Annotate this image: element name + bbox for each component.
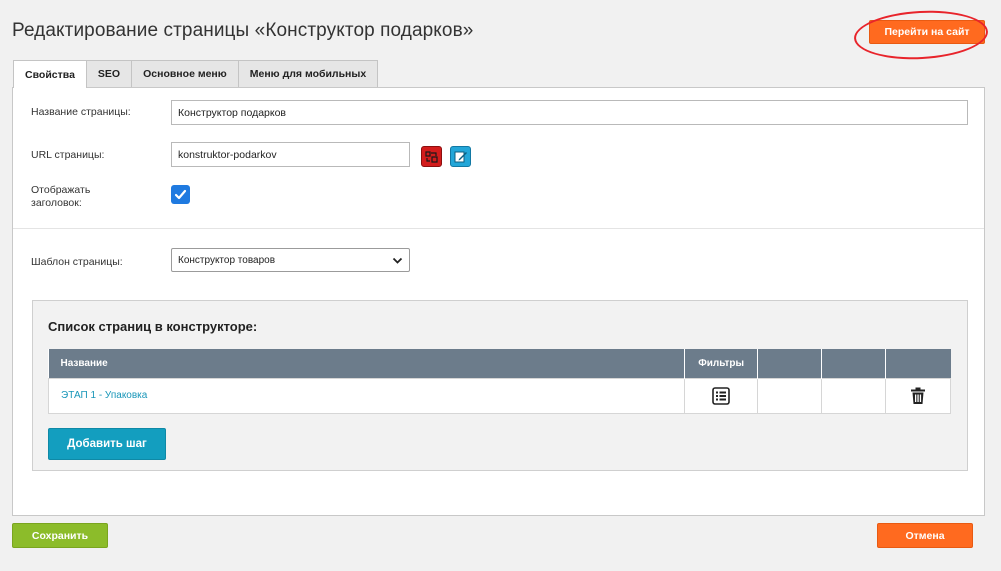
column-header-empty-2 [821, 349, 886, 378]
column-header-name: Название [48, 349, 686, 378]
show-title-label-line2: заголовок: [31, 197, 82, 209]
trash-icon[interactable] [910, 387, 926, 405]
checkmark-icon [174, 189, 187, 200]
column-header-filters: Фильтры [684, 349, 759, 378]
table-header-row: Название Фильтры [48, 349, 951, 378]
delete-cell [885, 377, 951, 414]
constructor-pages-table: Название Фильтры ЭТАП 1 - Упаковка [47, 349, 951, 414]
chevron-down-icon [392, 257, 403, 264]
translit-icon[interactable] [421, 146, 442, 167]
tab-main-menu[interactable]: Основное меню [131, 60, 239, 87]
row-name-link[interactable]: ЭТАП 1 - Упаковка [61, 390, 147, 401]
tab-bar: Свойства SEO Основное меню Меню для моби… [13, 60, 379, 88]
template-select-value: Конструктор товаров [178, 254, 276, 266]
constructor-pages-box: Список страниц в конструкторе: Название … [32, 300, 968, 471]
goto-site-button[interactable]: Перейти на сайт [869, 20, 985, 44]
save-button[interactable]: Сохранить [12, 523, 108, 548]
empty-cell-1 [757, 377, 823, 414]
tab-properties[interactable]: Свойства [13, 60, 87, 88]
show-title-checkbox[interactable] [171, 185, 190, 204]
filter-list-icon[interactable] [712, 386, 730, 405]
show-title-label-line1: Отображать [31, 184, 91, 196]
url-label: URL страницы: [31, 149, 105, 161]
template-select[interactable]: Конструктор товаров [171, 248, 410, 272]
edit-icon[interactable] [450, 146, 471, 167]
filters-cell [684, 377, 759, 414]
page-name-label: Название страницы: [31, 106, 131, 118]
url-input[interactable] [171, 142, 410, 167]
column-header-empty-1 [757, 349, 823, 378]
column-header-empty-3 [885, 349, 951, 378]
template-label: Шаблон страницы: [31, 256, 123, 268]
tab-mobile-menu[interactable]: Меню для мобильных [237, 60, 379, 87]
properties-panel: Название страницы: URL страницы: Отображ… [12, 87, 985, 516]
table-row: ЭТАП 1 - Упаковка [47, 377, 951, 414]
empty-cell-2 [821, 377, 886, 414]
row-name-cell: ЭТАП 1 - Упаковка [47, 377, 686, 414]
constructor-title: Список страниц в конструкторе: [48, 319, 258, 334]
add-step-button[interactable]: Добавить шаг [48, 428, 166, 460]
page-name-input[interactable] [171, 100, 968, 125]
tab-seo[interactable]: SEO [85, 60, 133, 87]
page-title: Редактирование страницы «Конструктор под… [12, 20, 474, 41]
cancel-button[interactable]: Отмена [877, 523, 973, 548]
section-divider [13, 228, 984, 229]
